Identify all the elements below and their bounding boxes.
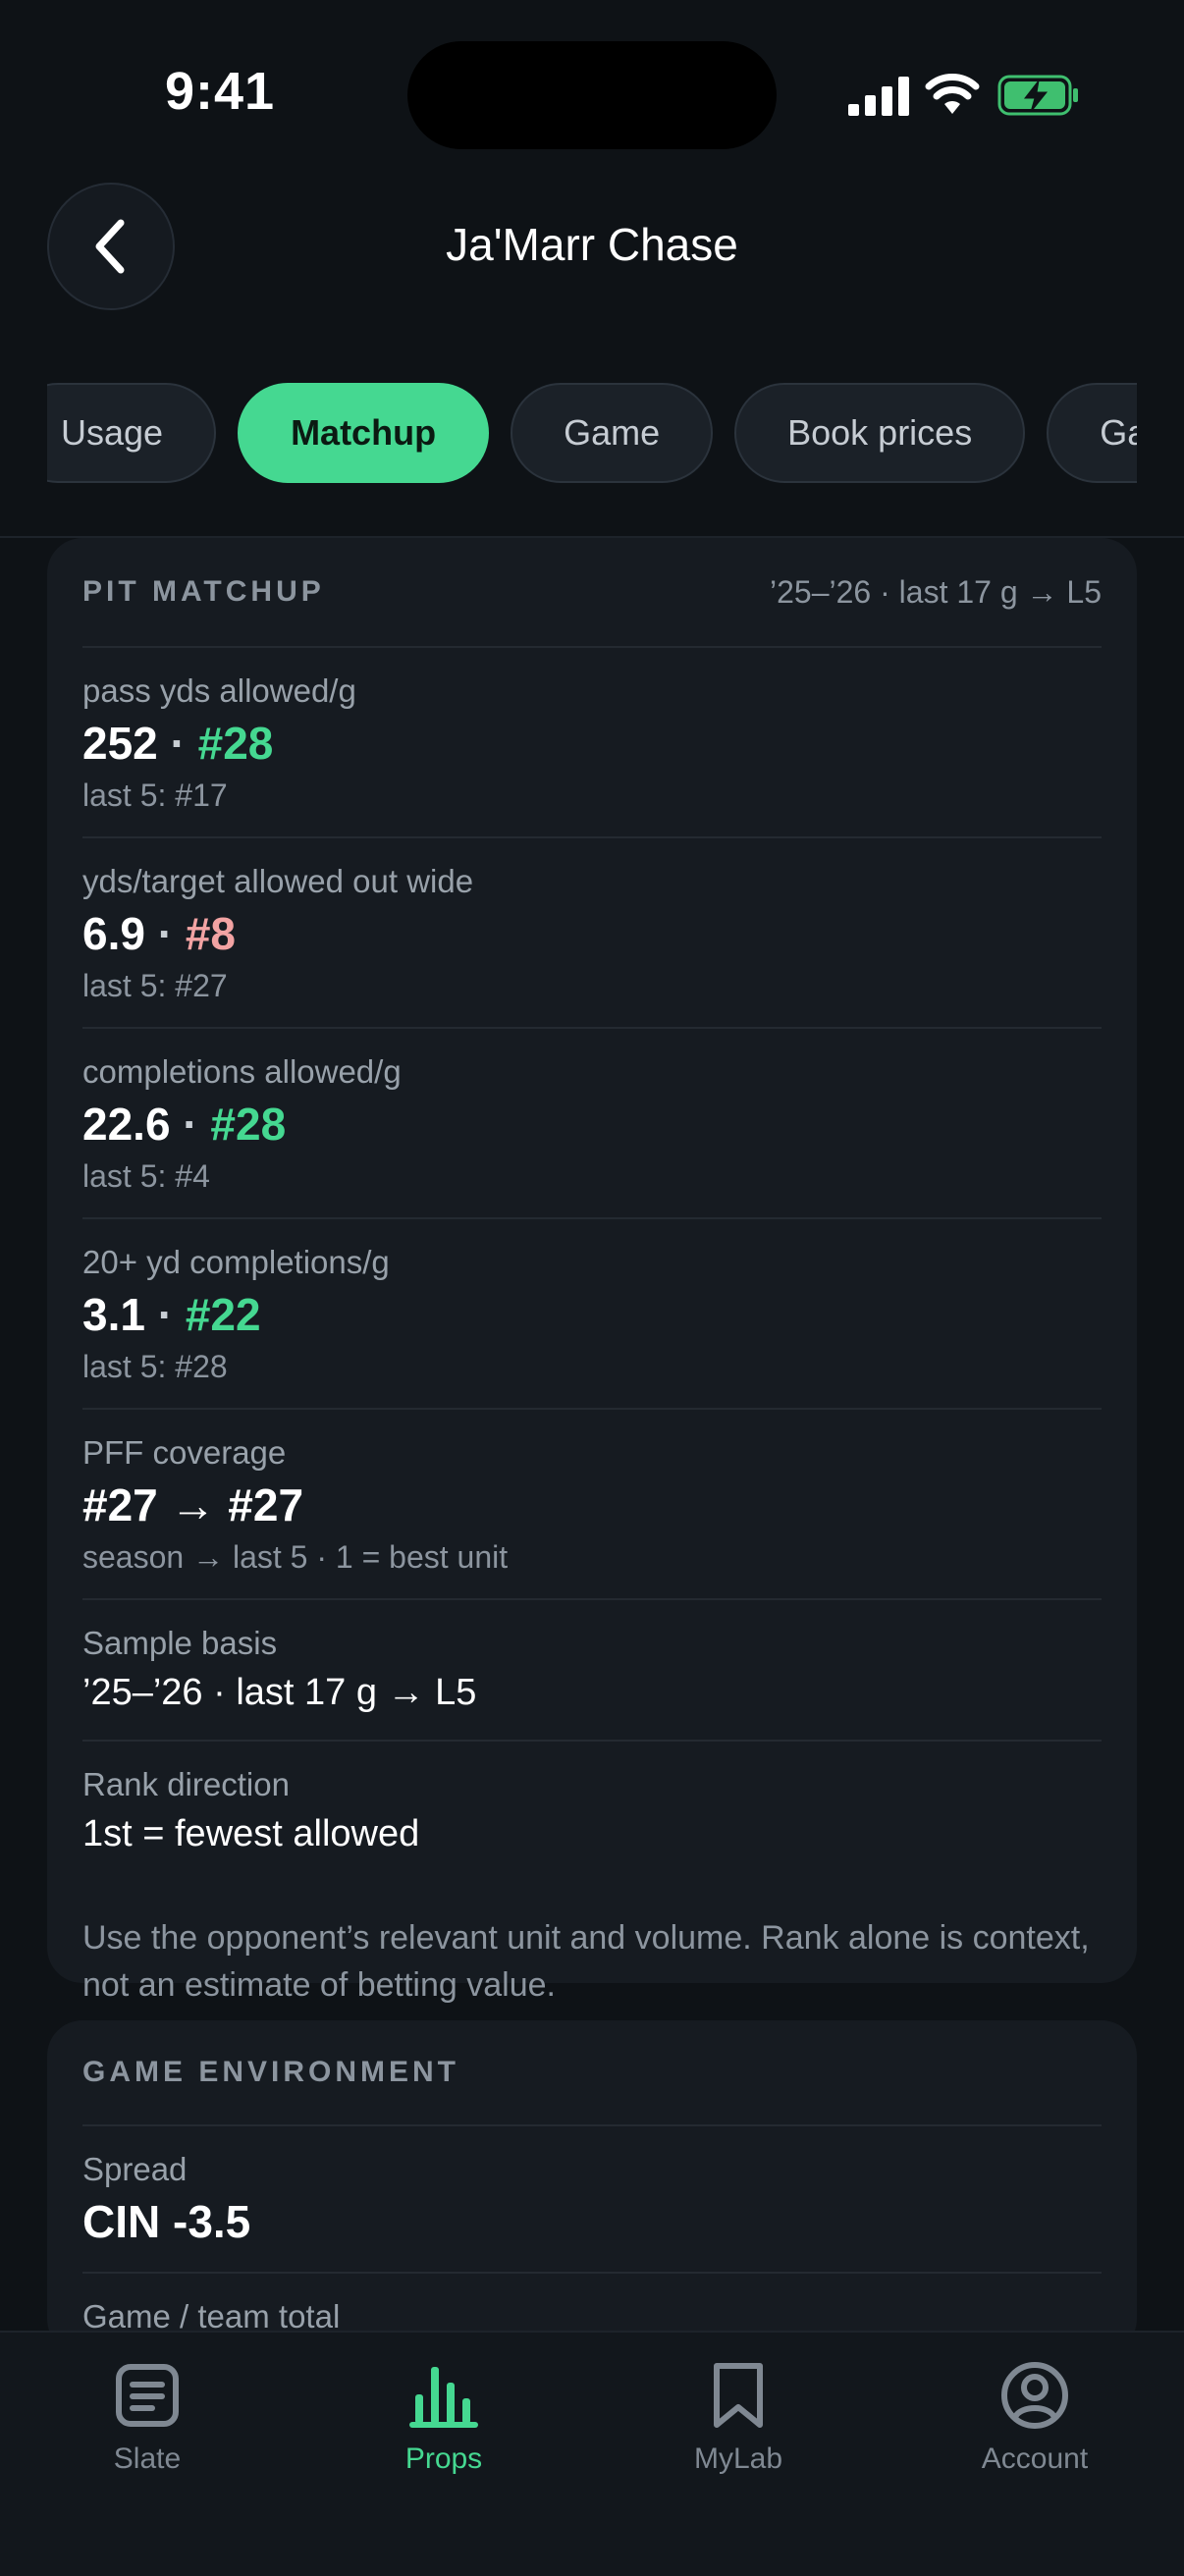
- stat-row: completions allowed/g 22.6 · #28 last 5:…: [82, 1027, 1102, 1217]
- bar-chart-icon: [409, 2367, 478, 2428]
- tab-usage[interactable]: Usage: [47, 383, 217, 483]
- stat-value: 22.6 · #28: [82, 1099, 287, 1150]
- cellular-signal-icon: [848, 77, 909, 116]
- nav-slate[interactable]: Slate: [0, 2356, 295, 2476]
- nav-props[interactable]: Props: [296, 2356, 591, 2476]
- stat-label: completions allowed/g: [82, 1053, 402, 1090]
- page-title: Ja'Marr Chase: [446, 219, 738, 270]
- rank-badge: #8: [185, 908, 237, 959]
- stat-value: CIN -3.5: [82, 2196, 251, 2247]
- stat-sub: last 5: #28: [82, 1349, 228, 1384]
- card-meta: ’25–’26 · last 17 g → L5: [770, 573, 1102, 610]
- tab-matchup[interactable]: Matchup: [238, 383, 490, 483]
- stat-label: yds/target allowed out wide: [82, 863, 474, 899]
- stat-sub: last 5: #17: [82, 778, 228, 813]
- nav-account[interactable]: Account: [888, 2356, 1182, 2476]
- rank-badge: #28: [197, 718, 274, 769]
- wifi-icon: [925, 74, 980, 114]
- stat-sub: last 5: #4: [82, 1158, 210, 1194]
- stat-value: 252 · #28: [82, 718, 274, 769]
- stat-value: 1st = fewest allowed: [82, 1813, 420, 1854]
- matchup-card: PIT MATCHUP ’25–’26 · last 17 g → L5 pas…: [47, 538, 1137, 2004]
- stat-row: PFF coverage #27 → #27 season → last 5 ·…: [82, 1408, 1102, 1598]
- bottom-nav: Slate Props MyLab Account: [0, 2331, 1184, 2576]
- status-time: 9:41: [165, 62, 276, 121]
- stat-label: Rank direction: [82, 1766, 290, 1802]
- stat-row: pass yds allowed/g 252 · #28 last 5: #17: [82, 646, 1102, 836]
- stat-value: #27 → #27: [82, 1479, 304, 1530]
- tab-game[interactable]: Game: [511, 383, 714, 483]
- stat-label: 20+ yd completions/g: [82, 1244, 390, 1280]
- document-icon: [116, 2364, 179, 2427]
- stat-label: Sample basis: [82, 1625, 278, 1661]
- tab-book-prices[interactable]: Book prices: [734, 383, 1026, 483]
- stat-row: Spread CIN -3.5: [82, 2124, 1102, 2272]
- bookmark-icon: [714, 2363, 763, 2428]
- status-bar: 9:41: [0, 0, 1184, 177]
- nav-label: Account: [981, 2442, 1089, 2475]
- stat-sub: last 5: #27: [82, 968, 228, 1003]
- tab-game-2[interactable]: Game: [1047, 383, 1137, 483]
- stat-row: Sample basis ’25–’26 · last 17 g → L5: [82, 1598, 1102, 1740]
- nav-label: Props: [404, 2442, 483, 2475]
- tab-bar[interactable]: Usage Matchup Game Book prices Game: [47, 383, 1137, 483]
- game-environment-card: GAME ENVIRONMENT Spread CIN -3.5 Game / …: [47, 2020, 1137, 2354]
- stat-label: PFF coverage: [82, 1434, 287, 1471]
- stat-value: 3.1 · #22: [82, 1289, 261, 1340]
- user-circle-icon: [1001, 2362, 1068, 2429]
- stat-row: Rank direction 1st = fewest allowed: [82, 1740, 1102, 1881]
- stat-label: Spread: [82, 2151, 188, 2187]
- stat-row: 20+ yd completions/g 3.1 · #22 last 5: #…: [82, 1217, 1102, 1408]
- nav-label: Slate: [113, 2442, 182, 2475]
- stat-sub: season → last 5 · 1 = best unit: [82, 1539, 509, 1575]
- battery-charging-icon: [997, 75, 1078, 116]
- stat-label: pass yds allowed/g: [82, 672, 356, 709]
- nav-mylab[interactable]: MyLab: [591, 2356, 886, 2476]
- nav-label: MyLab: [693, 2442, 783, 2475]
- rank-badge: #28: [210, 1099, 287, 1150]
- dynamic-island: [407, 41, 777, 149]
- stat-value: ’25–’26 · last 17 g → L5: [82, 1672, 477, 1713]
- stat-value: 6.9 · #8: [82, 908, 237, 959]
- rank-badge: #22: [185, 1289, 261, 1340]
- card-title: GAME ENVIRONMENT: [82, 2056, 460, 2088]
- card-title: PIT MATCHUP: [82, 575, 325, 608]
- stat-row: yds/target allowed out wide 6.9 · #8 las…: [82, 836, 1102, 1027]
